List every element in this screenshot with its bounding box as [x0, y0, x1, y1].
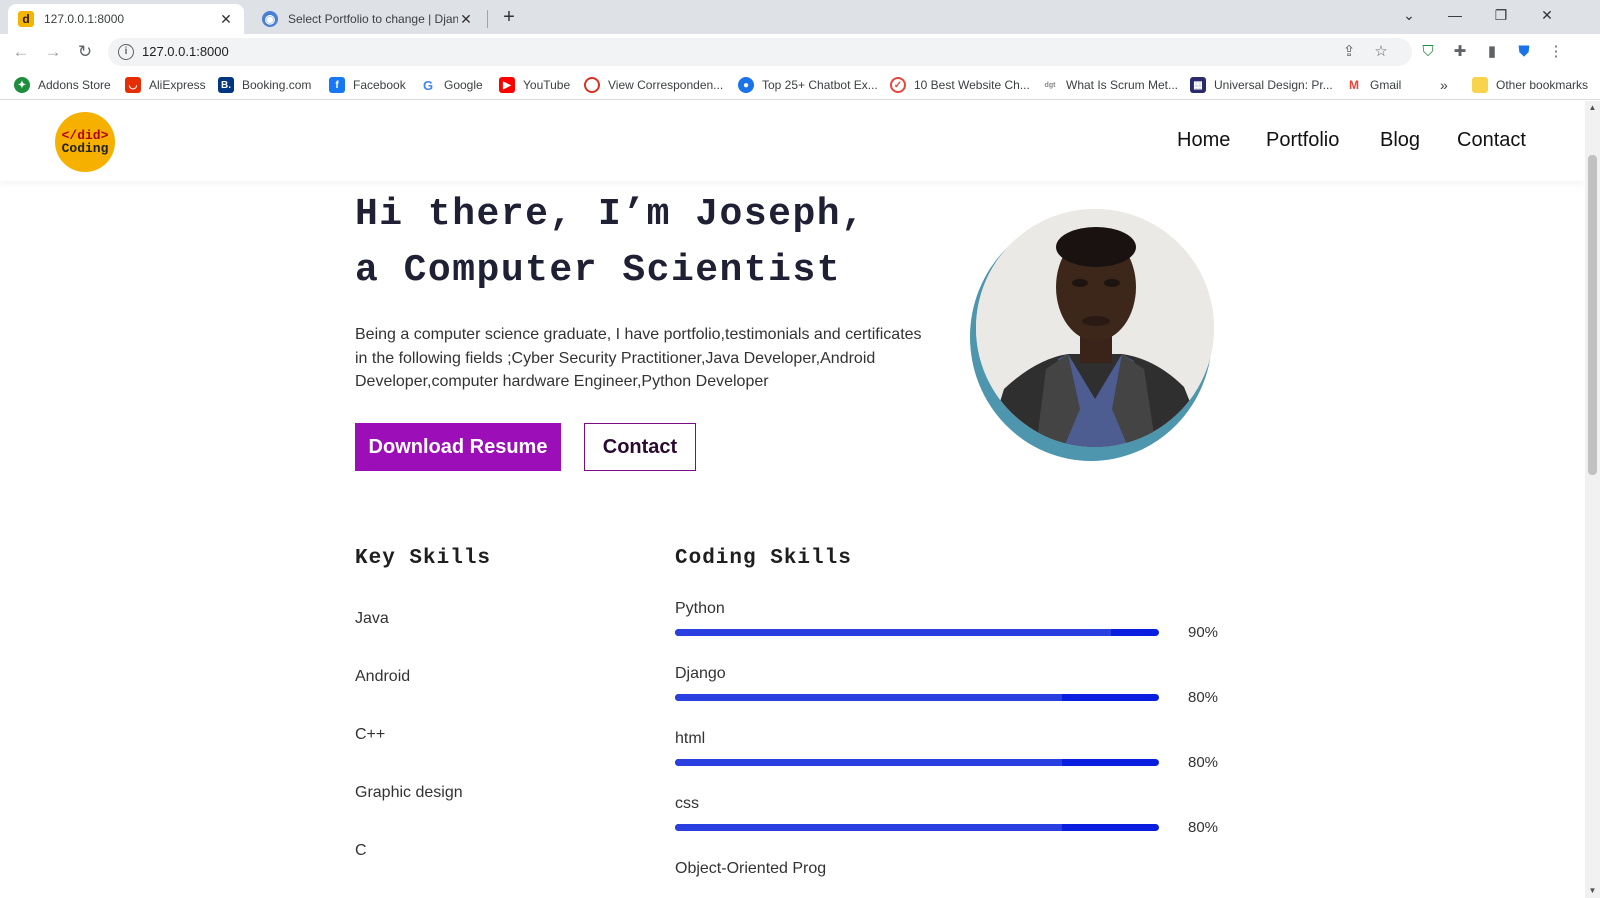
- close-tab-icon[interactable]: ✕: [458, 11, 474, 28]
- bookmark-universal-design[interactable]: ▦ Universal Design: Pr...: [1190, 76, 1333, 94]
- scroll-down-arrow-icon[interactable]: ▼: [1585, 884, 1600, 898]
- hero-description: Being a computer science graduate, I hav…: [355, 326, 922, 390]
- coding-skill-name: Object-Oriented Prog: [675, 860, 827, 877]
- nav-home[interactable]: Home: [1177, 129, 1230, 152]
- back-arrow-icon[interactable]: ←: [8, 40, 34, 64]
- tab-separator: [487, 10, 488, 28]
- key-skills-heading: Key Skills: [355, 547, 492, 570]
- bookmarks-bar: ✦ Addons Store ◡ AliExpress B. Booking.com …: [0, 70, 1600, 100]
- google-icon: G: [420, 77, 436, 93]
- coding-skill-name: Python: [675, 600, 725, 617]
- bookmark-website-checker[interactable]: ✓ 10 Best Website Ch...: [890, 76, 1030, 94]
- bookmark-scrum[interactable]: dgt What Is Scrum Met...: [1042, 76, 1178, 94]
- skill-progress-fill: [675, 629, 1111, 636]
- hero-title: Hi there, I’m Joseph, a Computer Scienti…: [355, 193, 866, 292]
- django-favicon-icon: d: [18, 11, 34, 27]
- close-window-icon[interactable]: ✕: [1524, 0, 1570, 30]
- bookmark-aliexpress[interactable]: ◡ AliExpress: [125, 76, 206, 94]
- tab-title: Select Portfolio to change | Djang: [288, 12, 458, 26]
- gmail-icon: M: [1346, 77, 1362, 93]
- share-icon[interactable]: ⇪: [1338, 42, 1360, 62]
- site-logo[interactable]: </did> Coding: [55, 112, 115, 172]
- page-scrollbar[interactable]: ▲ ▼: [1585, 101, 1600, 898]
- nav-contact[interactable]: Contact: [1457, 129, 1526, 152]
- minimize-icon[interactable]: —: [1432, 0, 1478, 30]
- browser-tab-strip: d 127.0.0.1:8000 ✕ ◉ Select Portfolio to…: [0, 0, 1600, 34]
- new-tab-button[interactable]: +: [496, 6, 522, 30]
- youtube-icon: ▶: [499, 77, 515, 93]
- page-viewport: </did> Coding Home Portfolio Blog Contac…: [0, 101, 1585, 898]
- reload-icon[interactable]: ↻: [72, 40, 98, 64]
- skill-percent: 80%: [1188, 689, 1219, 706]
- coding-skill-name: css: [675, 795, 699, 812]
- key-skill-item: Java: [355, 610, 389, 627]
- contact-button[interactable]: Contact: [584, 423, 696, 471]
- scroll-thumb[interactable]: [1588, 155, 1597, 475]
- bookmark-gmail[interactable]: M Gmail: [1346, 76, 1401, 94]
- website-checker-icon: ✓: [890, 77, 906, 93]
- skill-progress-fill: [675, 759, 1063, 766]
- forward-arrow-icon[interactable]: →: [40, 40, 66, 64]
- skill-progress-bar: [675, 629, 1159, 636]
- bookmark-addons-store[interactable]: ✦ Addons Store: [14, 76, 111, 94]
- bookmark-other-bookmarks[interactable]: Other bookmarks: [1472, 76, 1588, 94]
- bookmark-facebook[interactable]: f Facebook: [329, 76, 406, 94]
- aliexpress-icon: ◡: [125, 77, 141, 93]
- skill-percent: 80%: [1188, 754, 1219, 771]
- folder-icon: [1472, 77, 1488, 93]
- universal-design-icon: ▦: [1190, 77, 1206, 93]
- person-portrait-icon: [976, 209, 1214, 447]
- key-skill-item: Graphic design: [355, 784, 463, 801]
- bookmark-booking[interactable]: B. Booking.com: [218, 76, 311, 94]
- skill-percent: 80%: [1188, 819, 1219, 836]
- site-header: </did> Coding Home Portfolio Blog Contac…: [0, 101, 1585, 181]
- skill-progress-bar: [675, 824, 1159, 831]
- globe-favicon-icon: ◉: [262, 11, 278, 27]
- profile-photo: [976, 209, 1214, 447]
- profile-shield-icon[interactable]: ⛊: [1514, 42, 1534, 62]
- extensions-puzzle-icon[interactable]: ✚: [1450, 42, 1470, 62]
- booking-icon: B.: [218, 77, 234, 93]
- addons-store-icon: ✦: [14, 77, 30, 93]
- scroll-up-arrow-icon[interactable]: ▲: [1585, 101, 1600, 115]
- bookmark-youtube[interactable]: ▶ YouTube: [499, 76, 570, 94]
- key-skill-item: Android: [355, 668, 411, 685]
- address-bar[interactable]: i 127.0.0.1:8000 ⇪ ☆: [108, 38, 1412, 66]
- skill-progress-fill: [675, 694, 1063, 701]
- browser-menu-icon[interactable]: ⋮: [1546, 42, 1566, 62]
- skill-progress-bar: [675, 759, 1159, 766]
- skill-percent: 90%: [1188, 624, 1219, 641]
- coding-skills-heading: Coding Skills: [675, 547, 852, 570]
- download-resume-button[interactable]: Download Resume: [355, 423, 561, 471]
- browser-toolbar: ← → ↻ i 127.0.0.1:8000 ⇪ ☆ ⛉ ✚ ▮ ⛊ ⋮: [0, 34, 1600, 70]
- digite-icon: dgt: [1042, 77, 1058, 93]
- opera-icon: [584, 77, 600, 93]
- bookmarks-overflow-icon[interactable]: »: [1440, 76, 1448, 94]
- close-tab-icon[interactable]: ✕: [218, 11, 234, 28]
- restore-icon[interactable]: ❐: [1478, 0, 1524, 30]
- coding-skill-name: Django: [675, 665, 726, 682]
- key-skill-item: C: [355, 842, 367, 859]
- bookmark-google[interactable]: G Google: [420, 76, 483, 94]
- coding-skill-name: html: [675, 730, 706, 747]
- url-text[interactable]: 127.0.0.1:8000: [142, 44, 229, 59]
- bookmark-star-icon[interactable]: ☆: [1370, 42, 1392, 62]
- chatbot-icon: ●: [738, 77, 754, 93]
- side-panel-icon[interactable]: ▮: [1482, 42, 1502, 62]
- skill-progress-fill: [675, 824, 1063, 831]
- key-skill-item: C++: [355, 726, 386, 743]
- extension-shield-icon[interactable]: ⛉: [1418, 42, 1438, 62]
- tab-title: 127.0.0.1:8000: [44, 12, 125, 26]
- tab-localhost[interactable]: d 127.0.0.1:8000 ✕: [8, 4, 244, 34]
- bookmark-chatbot[interactable]: ● Top 25+ Chatbot Ex...: [738, 76, 878, 94]
- skill-progress-bar: [675, 694, 1159, 701]
- site-info-icon[interactable]: i: [118, 44, 134, 60]
- nav-portfolio[interactable]: Portfolio: [1266, 129, 1339, 152]
- nav-blog[interactable]: Blog: [1380, 129, 1420, 152]
- bookmark-view-correspondence[interactable]: View Corresponden...: [584, 76, 723, 94]
- facebook-icon: f: [329, 77, 345, 93]
- tab-django-admin[interactable]: ◉ Select Portfolio to change | Djang ✕: [252, 4, 484, 34]
- tab-search-icon[interactable]: ⌄: [1386, 0, 1432, 30]
